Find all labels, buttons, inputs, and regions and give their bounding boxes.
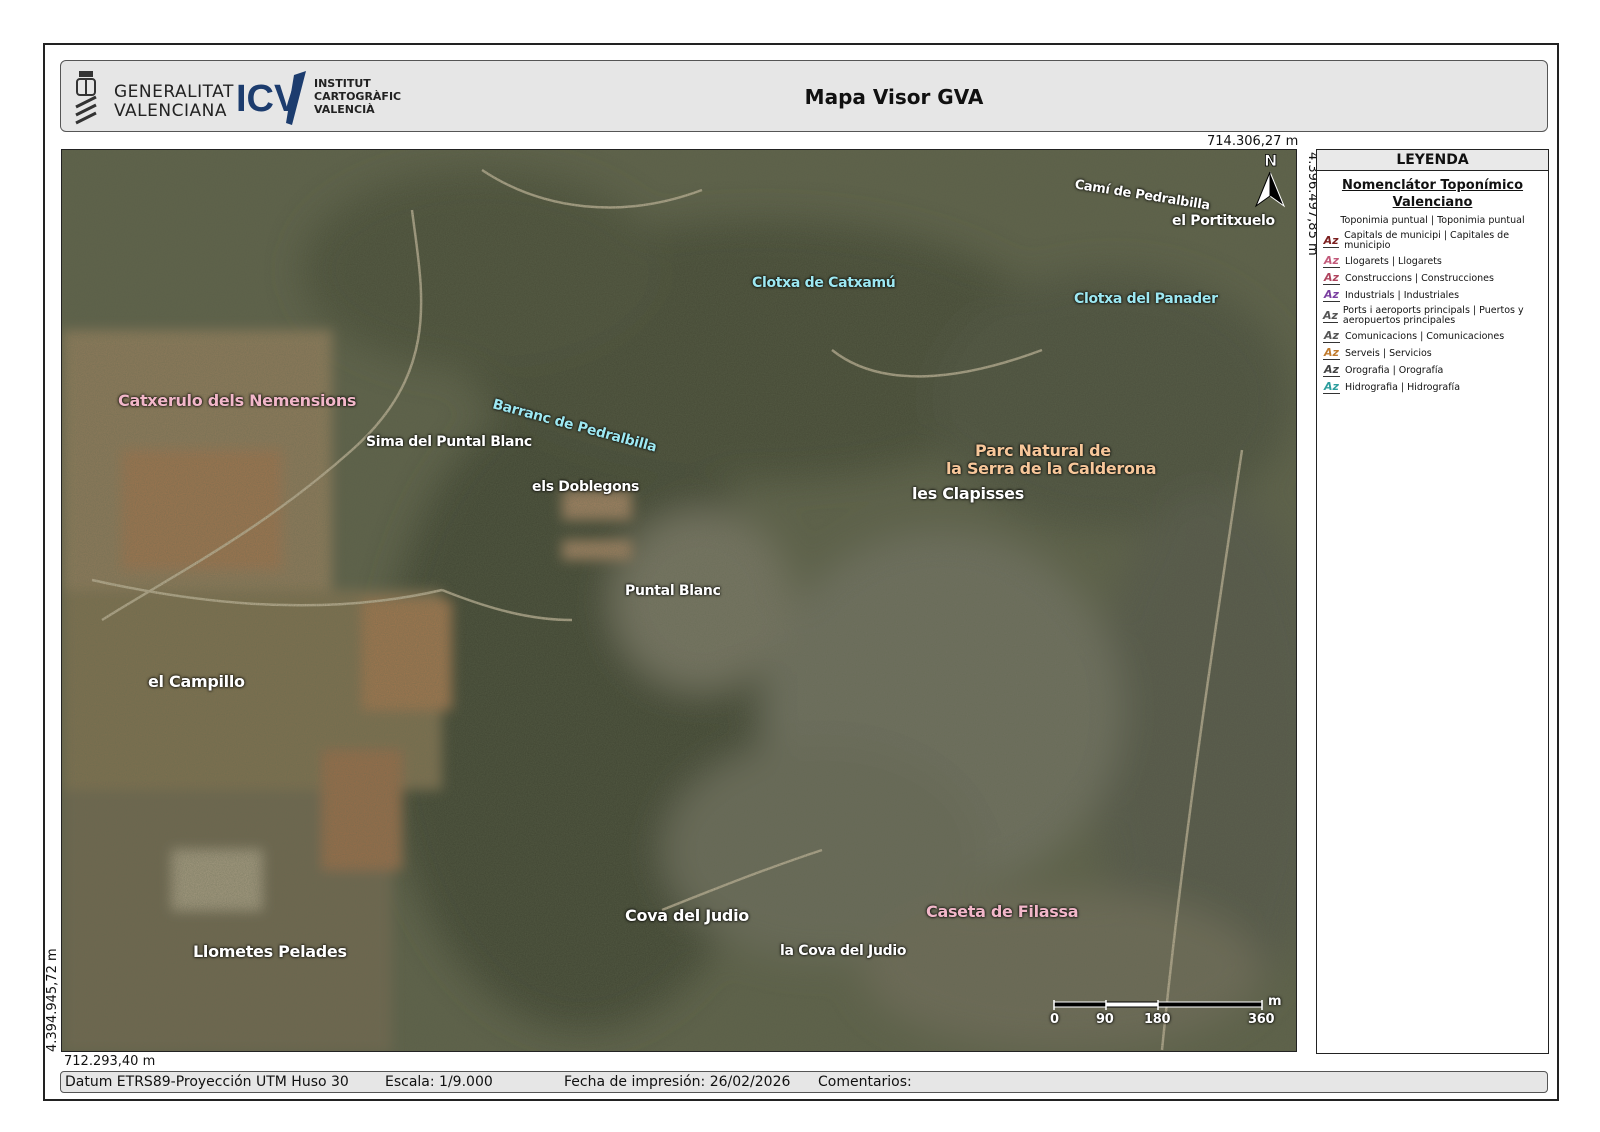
legend-item-label: Industrials | Industriales: [1345, 289, 1460, 301]
legend-item-label: Hidrografia | Hidrografía: [1345, 381, 1461, 393]
label-caseta-de-filassa[interactable]: Caseta de Filassa: [926, 902, 1079, 921]
header-bar: GENERALITAT VALENCIANA ICV INSTITUT CART…: [60, 60, 1548, 132]
legend-items: Az Capitals de municipi | Capitales de mu…: [1317, 231, 1548, 394]
legend-az-icon: Az: [1323, 380, 1340, 394]
legend-item-label: Llogarets | Llogarets: [1345, 255, 1442, 267]
label-el-campillo[interactable]: el Campillo: [148, 672, 245, 691]
legend-item: Az Capitals de municipi | Capitales de mu…: [1323, 231, 1548, 251]
legend-item: Az Hidrografia | Hidrografía: [1323, 381, 1548, 394]
label-clotxa-catxamu[interactable]: Clotxa de Catxamú: [752, 275, 896, 291]
legend-az-icon: Az: [1323, 254, 1340, 268]
legend-subtitle: Toponimia puntual | Toponimia puntual: [1340, 215, 1525, 226]
label-parc-natural-line1[interactable]: Parc Natural de: [975, 441, 1111, 460]
label-cova-del-judio[interactable]: Cova del Judio: [625, 906, 749, 925]
scale-tick-90: 90: [1096, 1012, 1114, 1027]
scale-tick-180: 180: [1144, 1012, 1171, 1027]
label-parc-natural-line2[interactable]: la Serra de la Calderona: [946, 459, 1157, 478]
legend-panel: LEYENDA Nomenclátor Toponímico Valencian…: [1316, 149, 1549, 1054]
label-les-clapisses[interactable]: les Clapisses: [912, 484, 1024, 503]
coord-top-right-x: 714.306,27 m: [1204, 134, 1302, 149]
footer-comentarios: Comentarios:: [818, 1074, 912, 1090]
label-els-doblegons[interactable]: els Doblegons: [532, 479, 639, 495]
footer-bar: Datum ETRS89-Proyección UTM Huso 30 Esca…: [60, 1071, 1548, 1093]
label-portitxuelo[interactable]: el Portitxuelo: [1172, 213, 1275, 229]
legend-item: Az Llogarets | Llogarets: [1323, 255, 1548, 268]
north-arrow: N: [1250, 150, 1290, 214]
legend-az-icon: Az: [1323, 329, 1340, 343]
legend-layer-name: Nomenclátor Toponímico Valenciano: [1341, 178, 1524, 210]
legend-az-icon: Az: [1323, 346, 1340, 360]
legend-item-label: Orografia | Orografía: [1345, 364, 1444, 376]
scale-tick-360: 360: [1248, 1012, 1275, 1027]
legend-az-icon: Az: [1323, 271, 1340, 285]
label-puntal-blanc[interactable]: Puntal Blanc: [625, 583, 721, 599]
label-clotxa-panader[interactable]: Clotxa del Panader: [1074, 291, 1218, 307]
legend-item-label: Serveis | Servicios: [1345, 347, 1432, 359]
label-la-cova-del-judio[interactable]: la Cova del Judio: [780, 943, 906, 959]
map-title: Mapa Visor GVA: [804, 85, 984, 109]
footer-fecha: Fecha de impresión: 26/02/2026: [564, 1074, 791, 1090]
legend-title: LEYENDA: [1317, 150, 1548, 171]
legend-az-icon: Az: [1323, 288, 1340, 302]
north-letter: N: [1264, 151, 1277, 170]
footer-escala: Escala: 1/9.000: [385, 1074, 493, 1090]
map-canvas[interactable]: Camí de Pedralbilla el Portitxuelo Clotx…: [61, 149, 1297, 1052]
legend-item: Az Orografia | Orografía: [1323, 364, 1548, 377]
legend-item-label: Comunicacions | Comunicaciones: [1345, 330, 1505, 342]
legend-item: Az Construccions | Construcciones: [1323, 272, 1548, 285]
coord-bottom-left-y: 4.394.945,72 m: [45, 948, 60, 1052]
legend-item: Az Serveis | Servicios: [1323, 347, 1548, 360]
legend-item: Az Ports i aeroports principals | Puertos…: [1323, 306, 1548, 326]
label-catxerulo[interactable]: Catxerulo dels Nemensions: [118, 391, 356, 410]
coord-bottom-left-x: 712.293,40 m: [64, 1054, 156, 1069]
legend-item: Az Comunicacions | Comunicaciones: [1323, 330, 1548, 343]
label-sima-puntal-blanc[interactable]: Sima del Puntal Blanc: [366, 434, 532, 450]
scale-bar: m 0 90 180 360: [1050, 994, 1292, 1040]
north-arrow-icon: N: [1254, 151, 1286, 208]
legend-item: Az Industrials | Industriales: [1323, 289, 1548, 302]
footer-datum: Datum ETRS89-Proyección UTM Huso 30: [65, 1074, 349, 1090]
legend-item-label: Ports i aeroports principals | Puertos y…: [1342, 305, 1524, 326]
legend-item-label: Capitals de municipi | Capitales de muni…: [1344, 230, 1510, 251]
legend-item-label: Construccions | Construcciones: [1345, 272, 1494, 284]
legend-az-icon: Az: [1323, 308, 1338, 323]
scale-tick-0: 0: [1050, 1012, 1059, 1027]
scale-unit: m: [1268, 994, 1282, 1009]
label-llometes-pelades[interactable]: Llometes Pelades: [193, 942, 347, 961]
legend-az-icon: Az: [1323, 363, 1340, 377]
legend-az-icon: Az: [1323, 233, 1340, 248]
